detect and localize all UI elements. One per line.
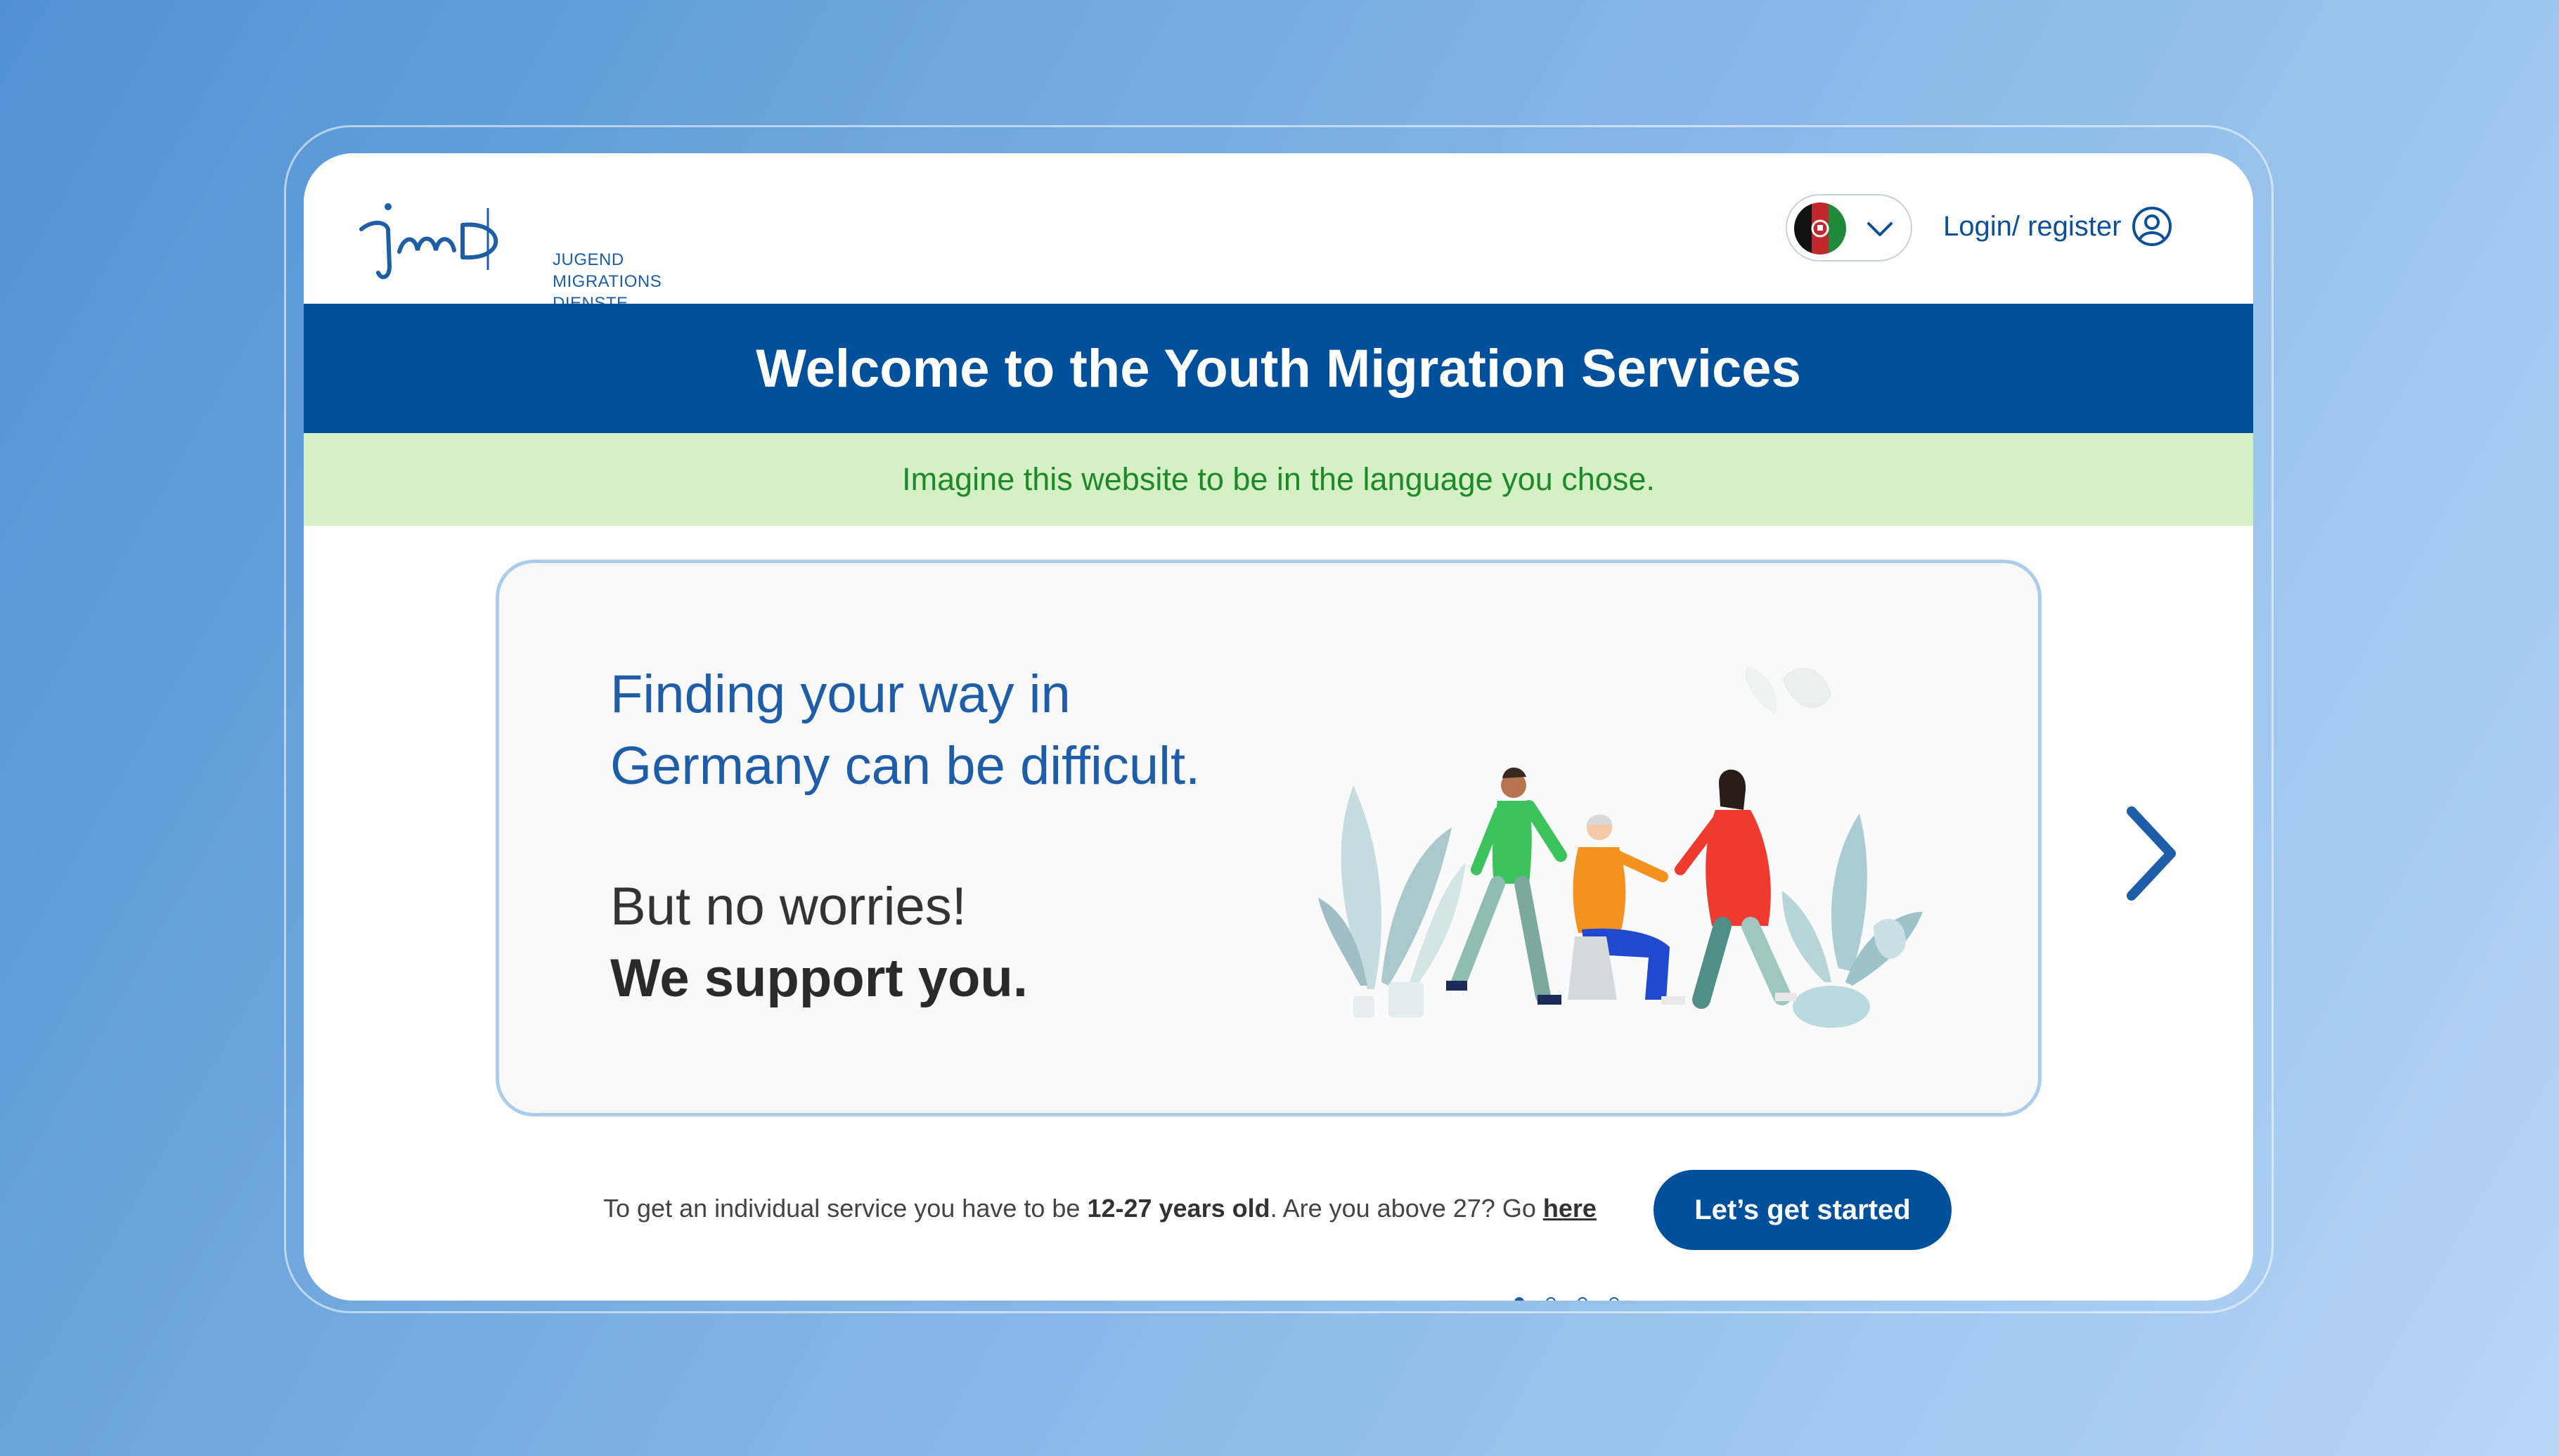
age-text-after: . Are you above 27? Go [1270, 1194, 1543, 1223]
jmd-logo[interactable]: JUGEND MIGRATIONS DIENSTE [357, 200, 662, 313]
language-notice-text: Imagine this website to be in the langua… [902, 461, 1655, 497]
carousel-dot-3[interactable] [1578, 1297, 1587, 1301]
site-header: JUGEND MIGRATIONS DIENSTE Login/ regist [304, 153, 2253, 313]
language-selector[interactable] [1786, 194, 1912, 262]
chevron-down-icon [1867, 222, 1893, 236]
logo-line-2: MIGRATIONS [553, 272, 662, 291]
slide-subtext: But no worries! We support you. [610, 871, 1243, 1014]
page-title: Welcome to the Youth Migration Services [756, 338, 1801, 399]
sub-line-1: But no worries! [610, 877, 967, 936]
headline-line-2: Germany can be difficult. [610, 736, 1201, 796]
login-register-link[interactable]: Login/ register [1943, 204, 2173, 249]
next-slide-arrow-icon[interactable] [2116, 804, 2186, 903]
login-label: Login/ register [1943, 210, 2122, 242]
headline-line-1: Finding your way in [610, 664, 1071, 724]
people-illustration [1290, 617, 1965, 1041]
age-range: 12-27 years old [1087, 1194, 1270, 1223]
jmd-wordmark-icon [359, 203, 498, 279]
language-notice: Imagine this website to be in the langua… [304, 433, 2253, 526]
carousel-dot-4[interactable] [1609, 1297, 1619, 1301]
age-text-before: To get an individual service you have to… [603, 1194, 1088, 1223]
logo-line-1: JUGEND [553, 250, 624, 269]
browser-window: JUGEND MIGRATIONS DIENSTE Login/ regist [304, 153, 2253, 1301]
sub-line-2: We support you. [610, 948, 1028, 1008]
carousel-dot-2[interactable] [1546, 1297, 1556, 1301]
user-icon [2132, 207, 2172, 246]
afghanistan-flag-icon [1794, 202, 1846, 255]
age-requirement-text: To get an individual service you have to… [603, 1194, 1597, 1223]
carousel-slide: Finding your way in Germany can be diffi… [496, 560, 2042, 1116]
carousel-dot-1[interactable] [1514, 1297, 1524, 1301]
over-27-link[interactable]: here [1543, 1194, 1597, 1223]
carousel-pagination [1514, 1289, 1627, 1301]
get-started-button[interactable]: Let’s get started [1654, 1170, 1952, 1250]
slide-headline: Finding your way in Germany can be diffi… [610, 659, 1257, 802]
welcome-banner: Welcome to the Youth Migration Services [304, 304, 2253, 433]
